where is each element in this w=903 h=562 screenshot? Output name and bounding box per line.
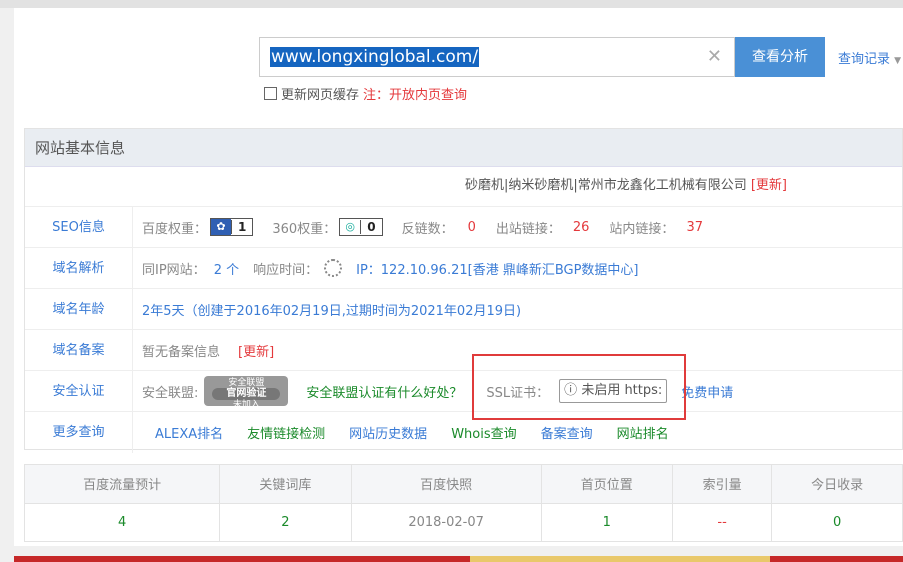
outlinks-label: 出站链接： bbox=[495, 221, 561, 237]
whois-link[interactable]: Whois查询 bbox=[451, 423, 516, 442]
search-input[interactable]: www.longxinglobal.com/ ✕ bbox=[259, 37, 735, 77]
alliance-benefit-link[interactable]: 安全联盟认证有什么好处？ bbox=[306, 382, 462, 401]
seo-row: SEO信息 百度权重： ✿ 1 360权重： ◎ 0 反链数： 0 出站链接： 26… bbox=[25, 207, 902, 248]
top-bar bbox=[0, 0, 903, 8]
baidu-weight-value: 1 bbox=[231, 220, 252, 234]
stats-header: 首页位置 bbox=[541, 465, 674, 504]
w360-label: 360权重： bbox=[272, 221, 337, 237]
security-label[interactable]: 安全认证 bbox=[25, 371, 133, 411]
ssl-apply-link[interactable]: 免费申请 bbox=[681, 382, 733, 401]
stats-value: -- bbox=[672, 503, 773, 541]
inlinks-label: 站内链接： bbox=[609, 221, 675, 237]
history-label: 查询记录 bbox=[838, 52, 891, 67]
stats-table: 百度流量预计 关键词库 百度快照 首页位置 索引量 今日收录 4 2 2018-… bbox=[24, 464, 903, 542]
history-dropdown[interactable]: 查询记录 ▼ bbox=[838, 48, 901, 67]
cache-label: 更新网页缓存 bbox=[281, 88, 360, 103]
seal-sub-text: 未加入 bbox=[232, 400, 260, 410]
search-button[interactable]: 查看分析 bbox=[735, 37, 825, 77]
dns-row: 域名解析 同IP网站： 2 个 响应时间： IP：122.10.96.21[香港… bbox=[25, 248, 902, 289]
site-rank-link[interactable]: 网站排名 bbox=[617, 423, 669, 442]
site-title-row: 砂磨机|纳米砂磨机|常州市龙鑫化工机械有限公司 [更新] bbox=[25, 167, 902, 207]
seo-label[interactable]: SEO信息 bbox=[25, 207, 133, 247]
icp-value: 暂无备案信息 bbox=[142, 344, 221, 360]
alexa-link[interactable]: ALEXA排名 bbox=[155, 423, 223, 442]
dns-label[interactable]: 域名解析 bbox=[25, 248, 133, 288]
stats-header: 百度流量预计 bbox=[25, 465, 221, 504]
stats-value: 2018-02-07 bbox=[351, 503, 542, 541]
seal-top-text: 安全联盟 bbox=[228, 378, 265, 388]
panel-title: 网站基本信息 bbox=[25, 129, 902, 167]
baidu-weight-badge[interactable]: ✿ 1 bbox=[210, 218, 254, 236]
search-input-value: www.longxinglobal.com/ bbox=[270, 47, 480, 67]
stats-header-row: 百度流量预计 关键词库 百度快照 首页位置 索引量 今日收录 bbox=[25, 465, 902, 504]
age-value[interactable]: 2年5天（创建于2016年02月19日,过期时间为2021年02月19日) bbox=[142, 300, 521, 319]
icp-row: 域名备案 暂无备案信息 [更新] bbox=[25, 330, 902, 371]
response-time-label: 响应时间： bbox=[253, 262, 319, 278]
backlinks-label: 反链数： bbox=[401, 221, 454, 237]
backlinks-value[interactable]: 0 bbox=[468, 220, 476, 235]
alliance-seal-icon[interactable]: 安全联盟 官网验证 未加入 bbox=[204, 376, 289, 410]
seal-main-text: 官网验证 bbox=[212, 388, 281, 400]
stats-header: 索引量 bbox=[672, 465, 773, 504]
stats-header: 今日收录 bbox=[771, 465, 902, 504]
security-row: 安全认证 安全联盟: 安全联盟 官网验证 未加入 安全联盟认证有什么好处？ SSL证… bbox=[25, 371, 902, 412]
w360-badge[interactable]: ◎ 0 bbox=[339, 218, 383, 236]
age-row: 域名年龄 2年5天（创建于2016年02月19日,过期时间为2021年02月19… bbox=[25, 289, 902, 330]
ring-icon: ◎ bbox=[345, 220, 355, 233]
same-ip-value[interactable]: 2 个 bbox=[214, 259, 239, 278]
friend-link-check-link[interactable]: 友情链接检测 bbox=[247, 423, 325, 442]
alliance-label: 安全联盟: bbox=[142, 385, 199, 401]
loading-spinner-icon bbox=[324, 259, 343, 277]
stats-value[interactable]: 0 bbox=[772, 503, 902, 541]
inlinks-value[interactable]: 37 bbox=[686, 220, 703, 235]
stats-value-row: 4 2 2018-02-07 1 -- 0 bbox=[25, 503, 902, 541]
site-title-update-link[interactable]: [更新] bbox=[751, 178, 787, 193]
stats-header: 关键词库 bbox=[219, 465, 352, 504]
outlinks-value[interactable]: 26 bbox=[573, 220, 590, 235]
stats-header: 百度快照 bbox=[351, 465, 542, 504]
stats-value[interactable]: 2 bbox=[219, 503, 352, 541]
history-data-link[interactable]: 网站历史数据 bbox=[349, 423, 427, 442]
icp-update-link[interactable]: [更新] bbox=[238, 341, 274, 360]
cache-note: 注：开放内页查询 bbox=[363, 88, 468, 103]
icp-query-link[interactable]: 备案查询 bbox=[541, 423, 593, 442]
ssl-highlight-box bbox=[472, 354, 686, 420]
w360-value: 0 bbox=[360, 220, 381, 234]
ip-info[interactable]: IP：122.10.96.21[香港 鼎峰新汇BGP数据中心] bbox=[356, 259, 638, 278]
more-row: 更多查询 ALEXA排名 友情链接检测 网站历史数据 Whois查询 备案查询 … bbox=[25, 412, 902, 453]
more-label[interactable]: 更多查询 bbox=[25, 412, 133, 453]
stats-value[interactable]: 4 bbox=[25, 503, 221, 541]
site-title: 砂磨机|纳米砂磨机|常州市龙鑫化工机械有限公司 bbox=[464, 178, 747, 193]
paw-icon: ✿ bbox=[211, 219, 232, 235]
bottom-stripe-accent bbox=[470, 556, 770, 562]
same-ip-label: 同IP网站： bbox=[142, 262, 206, 278]
chevron-down-icon: ▼ bbox=[894, 56, 902, 66]
page-container: www.longxinglobal.com/ ✕ 查看分析 查询记录 ▼ 更新网… bbox=[14, 8, 903, 546]
site-info-panel: 网站基本信息 砂磨机|纳米砂磨机|常州市龙鑫化工机械有限公司 [更新] SEO信… bbox=[24, 128, 903, 453]
baidu-weight-label: 百度权重： bbox=[142, 221, 208, 237]
cache-checkbox[interactable] bbox=[264, 87, 277, 100]
stats-value[interactable]: 1 bbox=[541, 503, 674, 541]
age-label[interactable]: 域名年龄 bbox=[25, 289, 133, 329]
close-icon[interactable]: ✕ bbox=[707, 46, 722, 67]
cache-row: 更新网页缓存 注：开放内页查询 bbox=[264, 84, 467, 103]
icp-label[interactable]: 域名备案 bbox=[25, 330, 133, 370]
